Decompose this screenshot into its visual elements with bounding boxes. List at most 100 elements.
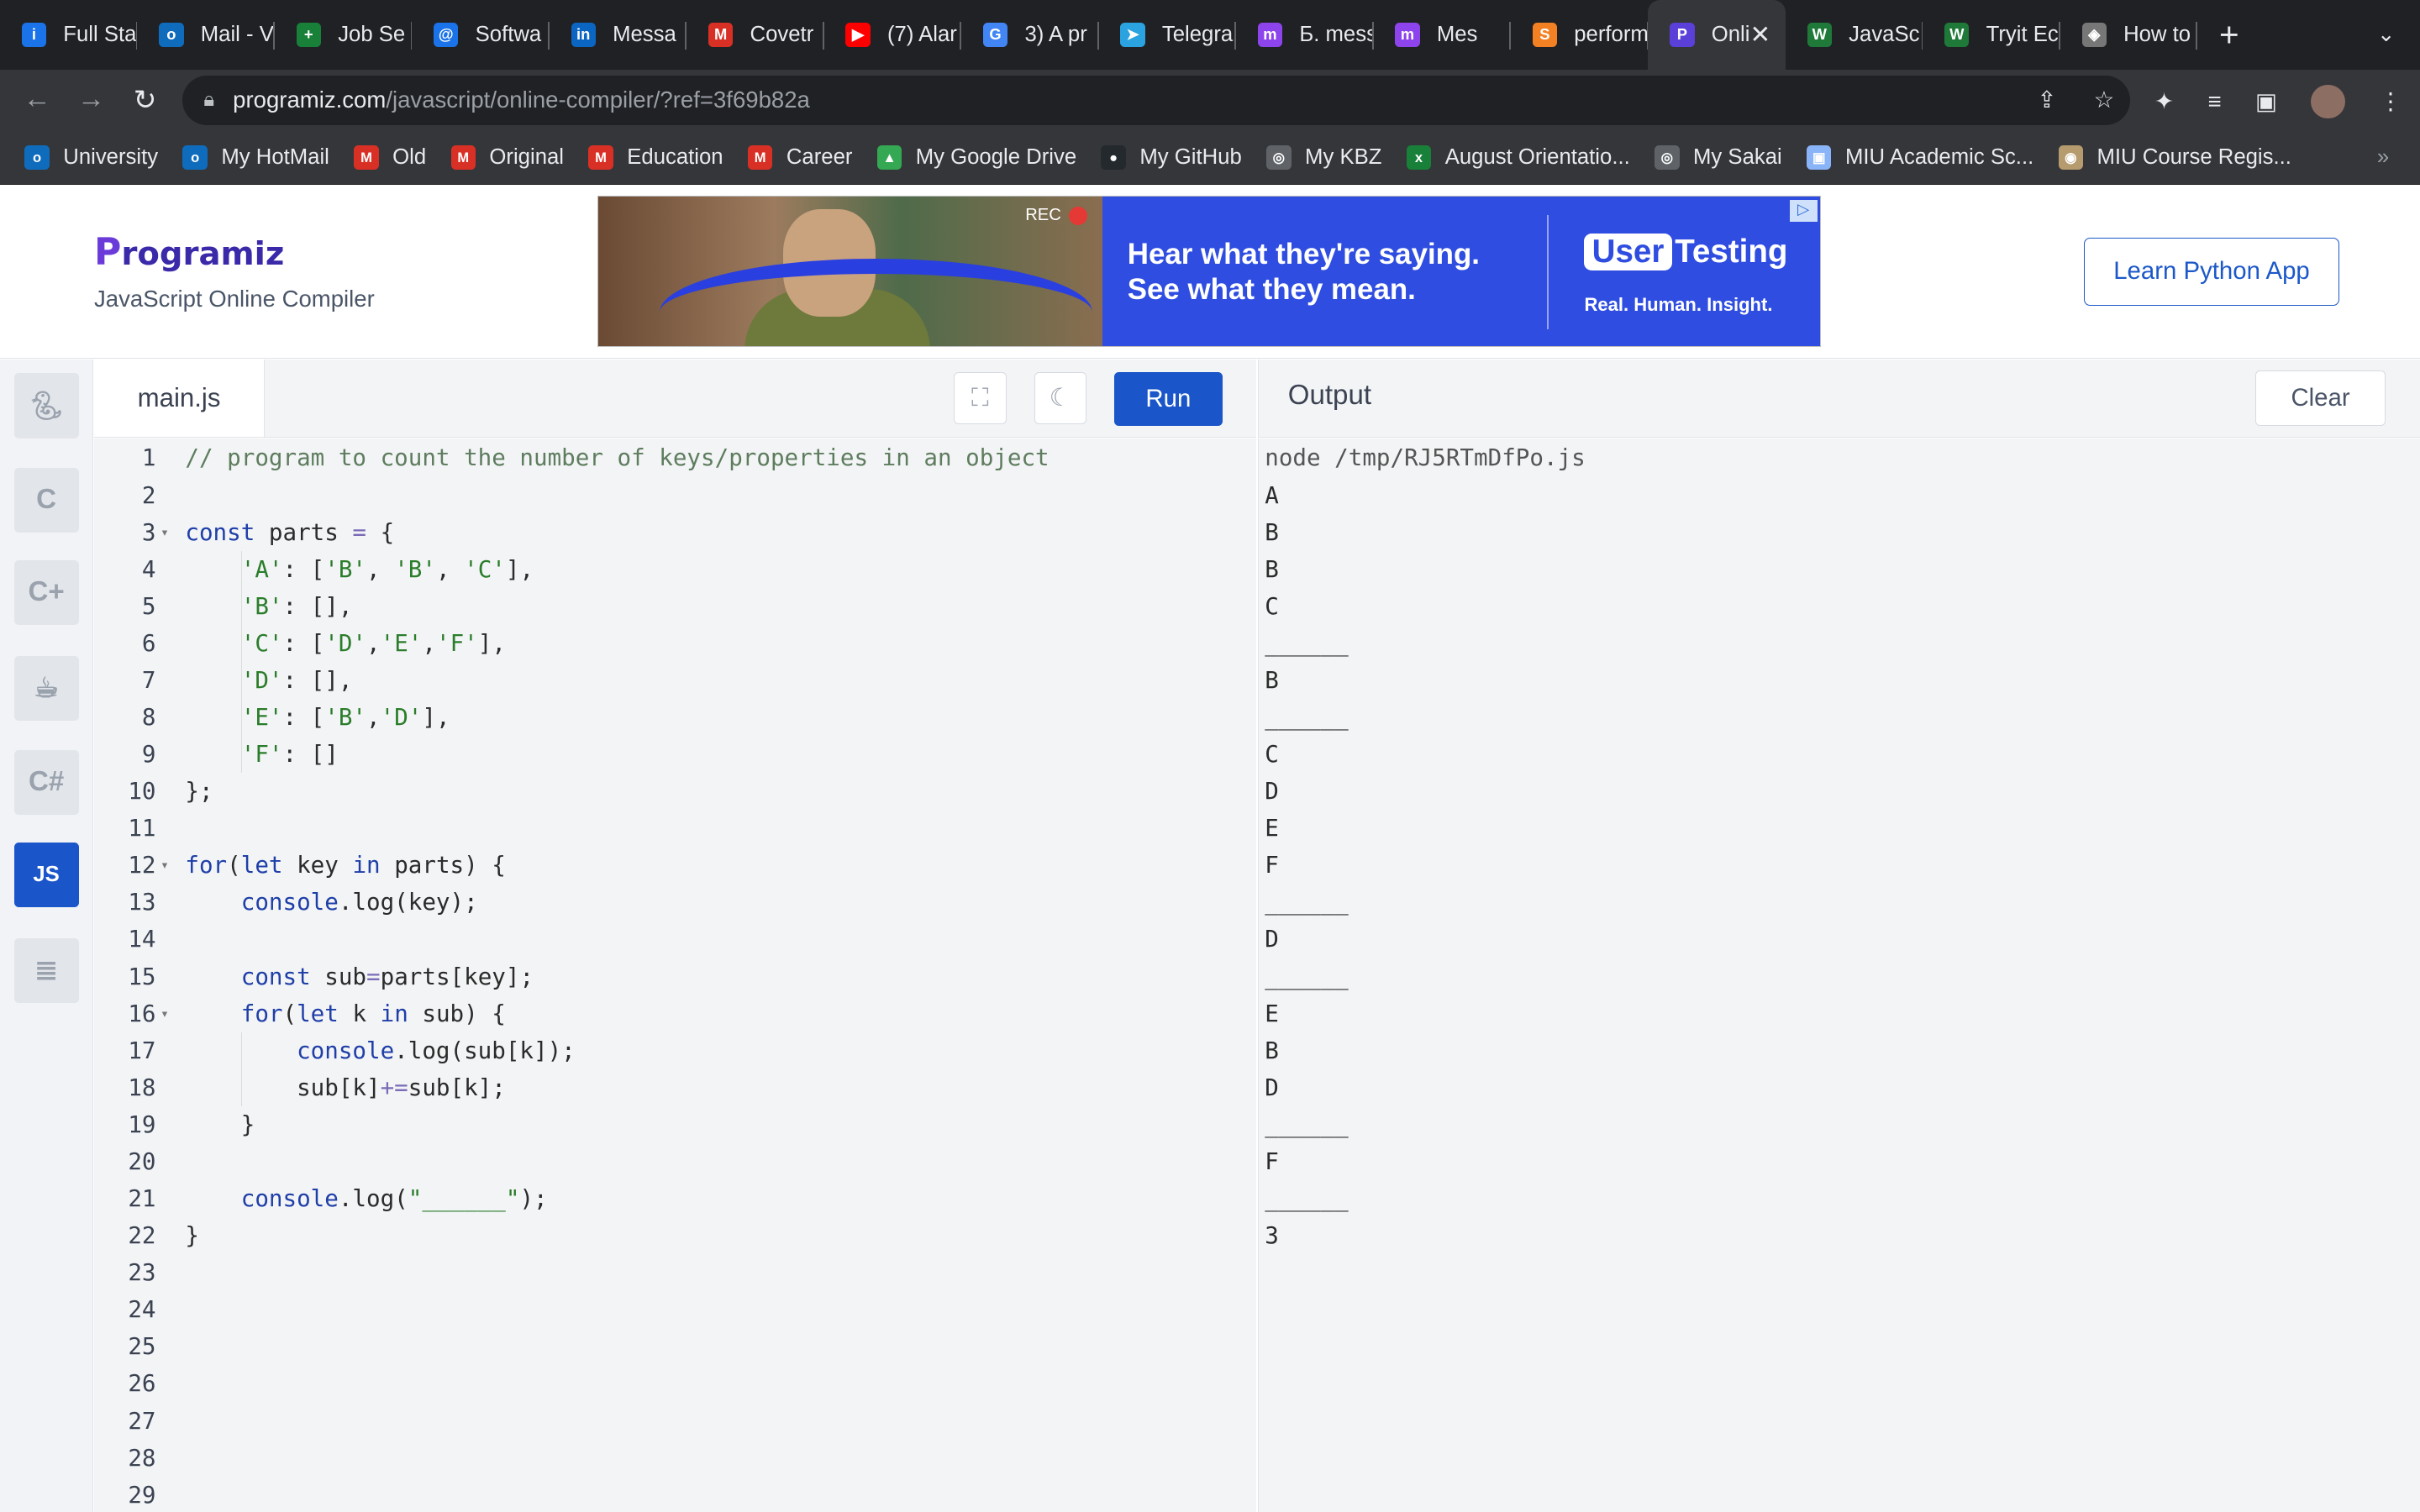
- output-title: Output: [1287, 379, 1372, 411]
- bookmark-item[interactable]: ◉ MIU Course Regis...: [2058, 145, 2291, 171]
- tab-favicon-icon: m: [1257, 22, 1283, 47]
- bookmark-label: My KBZ: [1305, 145, 1382, 170]
- java-icon[interactable]: ☕︎: [13, 655, 79, 721]
- file-tab-main-js[interactable]: main.js: [94, 359, 266, 437]
- line-number: 4: [141, 555, 156, 583]
- fold-arrow-icon[interactable]: ▾: [160, 995, 169, 1032]
- output-line: ______: [1265, 629, 1349, 657]
- tab-favicon-icon: ➤: [1120, 22, 1145, 47]
- bookmarks-bar: o University o My HotMail M Old M Original M Educ…: [0, 131, 2420, 186]
- code-line: 12 ▾ for(let key in parts) {: [94, 847, 1256, 884]
- browser-tab[interactable]: M Covetr: [687, 0, 824, 70]
- browser-tab[interactable]: + Job Se: [275, 0, 413, 70]
- browser-menu-icon[interactable]: ⋮: [2379, 88, 2402, 115]
- clear-button[interactable]: Clear: [2255, 370, 2386, 426]
- browser-tab[interactable]: m Mes: [1374, 0, 1511, 70]
- close-tab-icon[interactable]: ✕: [1749, 20, 1770, 50]
- code-line: 29: [94, 1477, 1256, 1512]
- bookmark-item[interactable]: M Old: [354, 145, 426, 171]
- code-editor[interactable]: 1 // program to count the number of keys/…: [94, 438, 1257, 1512]
- line-number: 15: [128, 963, 156, 990]
- browser-tab[interactable]: W Tryit Ec: [1923, 0, 2060, 70]
- code-line: 28: [94, 1440, 1256, 1477]
- c-icon[interactable]: C: [13, 467, 79, 533]
- line-number: 8: [141, 704, 156, 731]
- browser-tab[interactable]: i Full Sta: [0, 0, 138, 70]
- python-icon[interactable]: 🐍︎: [13, 373, 79, 438]
- forward-icon[interactable]: →: [76, 83, 107, 115]
- ad-headline: Hear what they're saying. See what they m…: [1127, 237, 1480, 307]
- code-text: 'B': [],: [240, 592, 353, 620]
- bookmark-item[interactable]: ◎ My Sakai: [1655, 145, 1782, 171]
- line-number: 28: [128, 1444, 156, 1472]
- browser-tab[interactable]: m Б. mess: [1236, 0, 1374, 70]
- browser-tab[interactable]: ▶ (7) Alar: [824, 0, 962, 70]
- adchoices-icon[interactable]: ▷: [1789, 199, 1818, 222]
- bookmark-label: MIU Course Regis...: [2096, 145, 2291, 170]
- fold-arrow-icon[interactable]: ▾: [160, 847, 169, 884]
- dark-mode-icon[interactable]: ☾: [1034, 371, 1087, 425]
- browser-tab[interactable]: ◈ How to: [2060, 0, 2198, 70]
- learn-python-app-button[interactable]: Learn Python App: [2083, 237, 2340, 306]
- side-panel-icon[interactable]: ▣: [2255, 88, 2277, 115]
- browser-tab[interactable]: P Onli ✕: [1648, 0, 1786, 70]
- back-icon[interactable]: ←: [22, 83, 53, 115]
- js-icon[interactable]: JS: [13, 842, 79, 907]
- browser-tab[interactable]: W JavaSc: [1786, 0, 1923, 70]
- bookmarks-overflow-icon[interactable]: »: [2377, 145, 2389, 170]
- bookmark-item[interactable]: ◎ My KBZ: [1266, 145, 1382, 171]
- tab-favicon-icon: P: [1670, 22, 1695, 47]
- extensions-icon[interactable]: ✦: [2154, 88, 2174, 115]
- browser-tab[interactable]: Sperform: [1511, 0, 1649, 70]
- advertisement-banner[interactable]: REC Hear what they're saying. See what th…: [597, 196, 1822, 348]
- bookmark-item[interactable]: o My HotMail: [182, 145, 329, 171]
- run-button[interactable]: Run: [1114, 371, 1223, 426]
- line-number: 22: [128, 1222, 156, 1250]
- code-line: 9 'F': []: [94, 736, 1256, 774]
- csharp-icon[interactable]: C#: [13, 749, 79, 815]
- bookmark-item[interactable]: ▲ My Google Drive: [876, 145, 1076, 171]
- output-line: ______: [1265, 1110, 1349, 1138]
- address-bar[interactable]: 🔒︎ programiz.com/javascript/online-compi…: [182, 75, 2130, 125]
- tab-search-icon[interactable]: ⌄: [2377, 22, 2396, 47]
- bookmark-item[interactable]: M Career: [747, 145, 852, 171]
- bookmark-item[interactable]: ● My GitHub: [1101, 145, 1242, 171]
- share-icon[interactable]: ⇪: [2037, 87, 2056, 113]
- output-line: C: [1265, 741, 1279, 769]
- line-number: 18: [128, 1074, 156, 1101]
- line-number: 26: [128, 1370, 156, 1398]
- code-text: 'A': ['B', 'B', 'C'],: [240, 555, 534, 583]
- programiz-logo[interactable]: Programiz: [94, 231, 284, 274]
- reload-icon[interactable]: ↻: [129, 83, 160, 117]
- ad-photo: REC: [597, 197, 1103, 347]
- browser-tab[interactable]: G 3) A pr: [961, 0, 1099, 70]
- output-console[interactable]: node /tmp/RJ5RTmDfPo.js A B B C ______ B ______…: [1257, 438, 2420, 1512]
- browser-tab[interactable]: ➤ Telegra: [1099, 0, 1237, 70]
- code-line: 19 }: [94, 1106, 1256, 1143]
- lock-icon[interactable]: 🔒︎: [203, 88, 214, 112]
- bookmark-label: My HotMail: [221, 145, 329, 170]
- bookmark-item[interactable]: M Education: [588, 145, 723, 171]
- profile-avatar[interactable]: [2311, 85, 2345, 119]
- bookmark-star-icon[interactable]: ☆: [2094, 87, 2115, 113]
- cpp-icon[interactable]: C+: [13, 559, 79, 625]
- new-tab-icon[interactable]: +: [2219, 15, 2239, 55]
- code-line: 4 'A': ['B', 'B', 'C'],: [94, 550, 1256, 588]
- browser-tab[interactable]: @ Softwa: [412, 0, 550, 70]
- browser-tab[interactable]: o Mail - V: [137, 0, 275, 70]
- output-line: E: [1265, 815, 1279, 843]
- fold-arrow-icon[interactable]: ▾: [160, 514, 169, 551]
- bookmark-item[interactable]: o University: [24, 145, 158, 171]
- code-text: console.log(key);: [240, 889, 478, 916]
- bookmark-item[interactable]: x August Orientatio...: [1406, 145, 1630, 171]
- tab-favicon-icon: m: [1395, 22, 1420, 47]
- bookmark-item[interactable]: M Original: [450, 145, 564, 171]
- tab-favicon-icon: S: [1532, 22, 1558, 47]
- sql-icon[interactable]: ≣: [13, 937, 79, 1003]
- media-icon[interactable]: ≡: [2208, 88, 2222, 115]
- fullscreen-icon[interactable]: ⛶: [954, 371, 1007, 425]
- bookmark-item[interactable]: ▣ MIU Academic Sc...: [1807, 145, 2033, 171]
- browser-tab[interactable]: in Messa: [550, 0, 687, 70]
- tab-title: Messa: [613, 22, 676, 46]
- bookmark-favicon-icon: M: [354, 145, 379, 171]
